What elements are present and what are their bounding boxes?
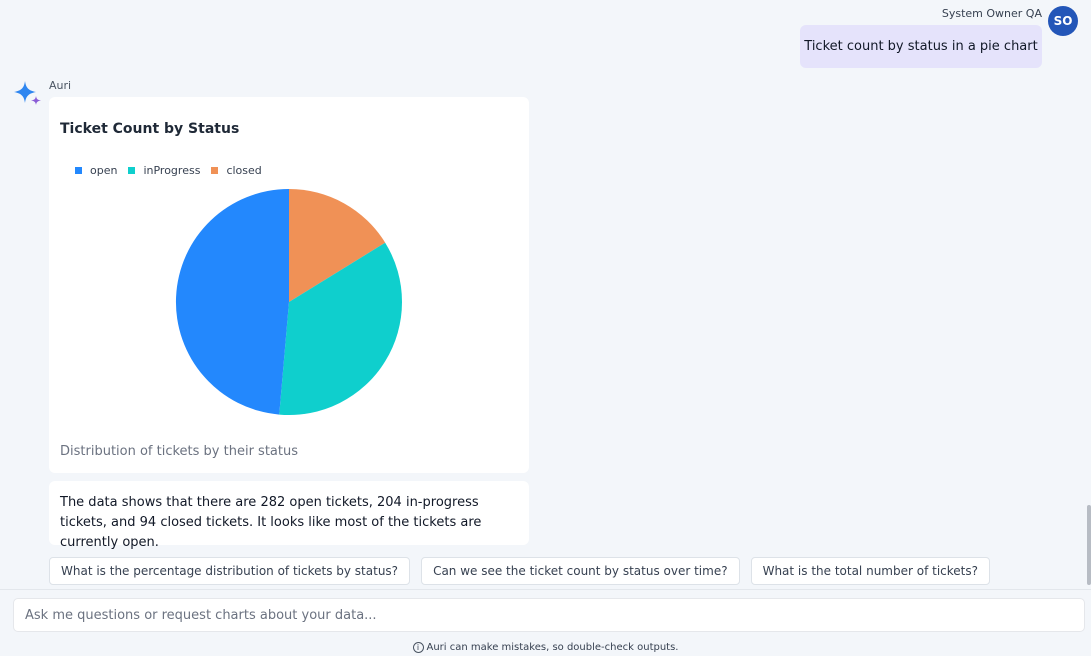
assistant-answer-card: The data shows that there are 282 open t… <box>49 481 529 550</box>
chat-area: System Owner QA SO Ticket count by statu… <box>0 0 1091 590</box>
suggestion-button[interactable]: What is the total number of tickets? <box>750 557 990 585</box>
scrollbar[interactable] <box>1087 505 1091 585</box>
suggestion-button[interactable]: Can we see the ticket count by status ov… <box>421 557 740 585</box>
sparkle-icon <box>14 81 41 105</box>
legend-label: closed <box>226 164 262 177</box>
legend-swatch <box>211 167 219 174</box>
legend-item-open[interactable]: open <box>75 164 117 177</box>
legend-item-closed[interactable]: closed <box>211 164 262 177</box>
sparkle-large <box>14 81 36 103</box>
legend-swatch <box>128 167 136 174</box>
legend-item-inProgress[interactable]: inProgress <box>128 164 200 177</box>
divider <box>0 589 1091 590</box>
user-message-bubble: Ticket count by status in a pie chart <box>800 25 1042 68</box>
chart-caption: Distribution of tickets by their status <box>60 444 299 459</box>
chart-card: Ticket Count by Status open inProgress clo… <box>49 97 529 473</box>
user-message-text: Ticket count by status in a pie chart <box>804 39 1038 54</box>
pie-slice-open[interactable] <box>175 189 289 415</box>
avatar[interactable]: SO <box>1048 6 1078 36</box>
legend-label: inProgress <box>143 164 201 177</box>
chart-title: Ticket Count by Status <box>60 121 240 137</box>
user-name: System Owner QA <box>941 7 1042 20</box>
sparkle-small <box>31 96 41 105</box>
chart-legend: open inProgress closed <box>75 164 273 177</box>
suggestion-button[interactable]: What is the percentage distribution of t… <box>49 557 411 585</box>
assistant-name: Auri <box>49 79 72 92</box>
pie-chart <box>175 189 403 416</box>
assistant-answer-text: The data shows that there are 282 open t… <box>60 495 482 550</box>
disclaimer: i Auri can make mistakes, so double-chec… <box>0 642 1091 653</box>
disclaimer-text: Auri can make mistakes, so double-check … <box>426 642 679 653</box>
info-icon: i <box>412 642 424 653</box>
legend-label: open <box>90 164 118 177</box>
chat-input[interactable] <box>25 607 1073 623</box>
chat-input-container[interactable] <box>13 598 1085 632</box>
legend-swatch <box>75 167 82 174</box>
suggestion-list: What is the percentage distribution of t… <box>49 557 1001 585</box>
